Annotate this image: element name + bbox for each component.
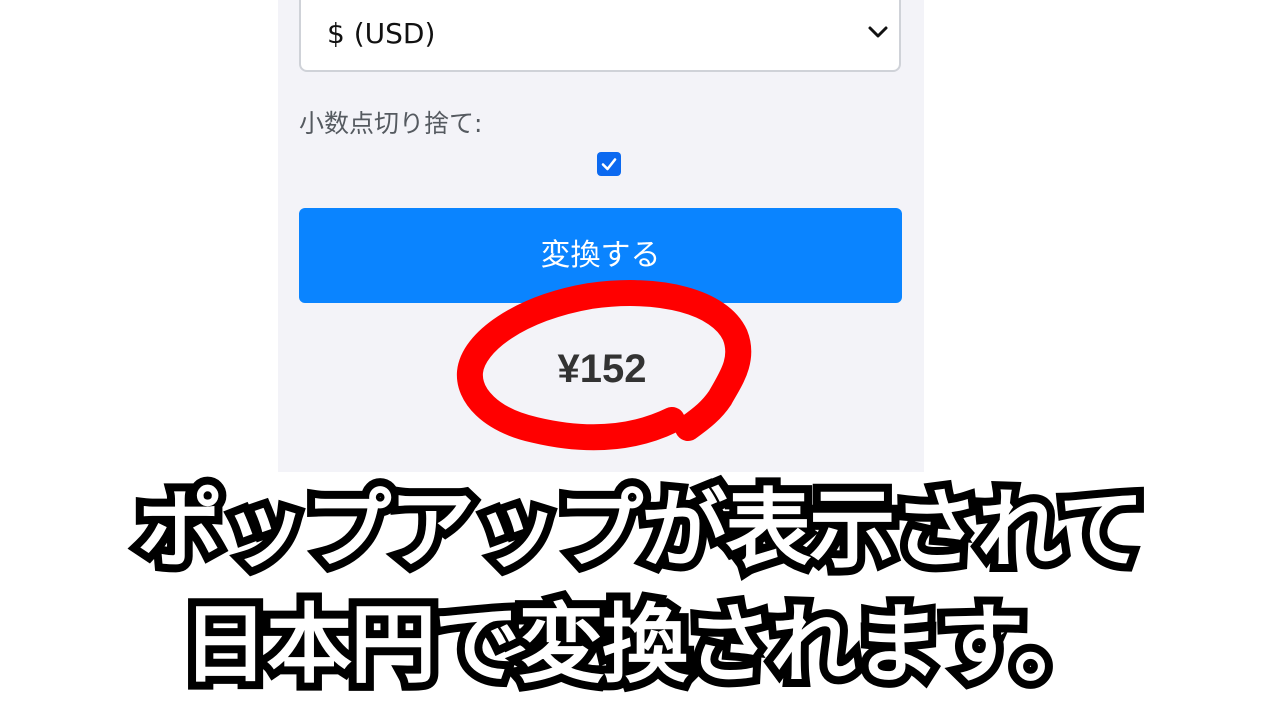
caption-line-2: 日本円で変換されます。 <box>174 587 1107 703</box>
checkmark-icon <box>601 158 617 171</box>
rounding-checkbox[interactable] <box>597 152 621 176</box>
currency-select-value: $ (USD) <box>327 17 436 50</box>
convert-button[interactable]: 変換する <box>299 208 902 303</box>
rounding-label: 小数点切り捨て: <box>299 109 483 138</box>
currency-select[interactable]: $ (USD) <box>299 0 901 72</box>
caption-line-1: ポップアップが表示されて <box>129 472 1152 588</box>
chevron-down-icon <box>868 26 888 38</box>
conversion-result: ¥152 <box>557 347 647 391</box>
